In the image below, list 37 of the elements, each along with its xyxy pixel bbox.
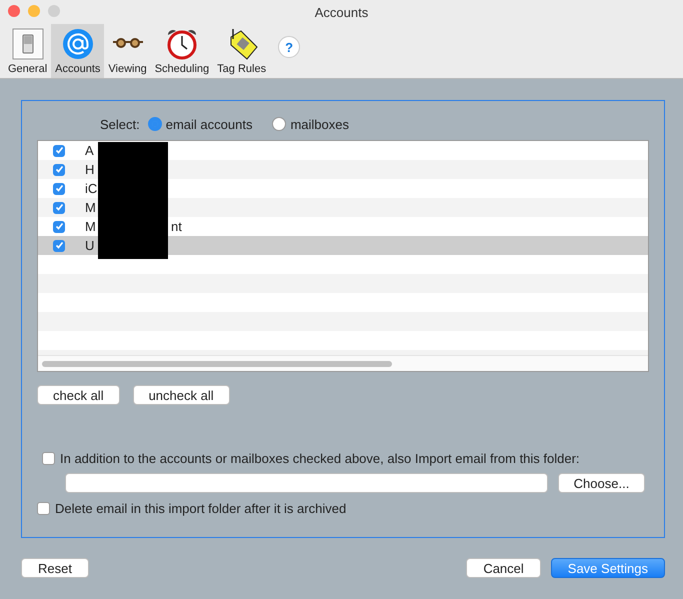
delete-checkbox[interactable]: Delete email in this import folder after it is archived bbox=[37, 501, 649, 516]
reset-button[interactable]: Reset bbox=[21, 558, 89, 578]
glasses-icon bbox=[112, 37, 144, 49]
radio-option[interactable]: mailboxes bbox=[272, 116, 349, 132]
help-button[interactable]: ? bbox=[278, 36, 300, 58]
radio-option[interactable]: email accounts bbox=[148, 116, 252, 132]
toolbar-tab[interactable]: General bbox=[4, 24, 52, 78]
close-button[interactable] bbox=[8, 5, 20, 17]
account-name-end: nt bbox=[171, 219, 182, 234]
select-label: Select: bbox=[100, 116, 140, 132]
window-title: Accounts bbox=[314, 4, 368, 20]
folder-path-field[interactable] bbox=[65, 473, 548, 493]
checkbox[interactable] bbox=[53, 144, 65, 156]
toolbar-tab[interactable]: Viewing bbox=[104, 24, 151, 78]
switch-icon bbox=[10, 27, 45, 61]
checkbox[interactable] bbox=[53, 220, 65, 232]
at-sign-icon bbox=[60, 27, 95, 61]
account-name: M bbox=[85, 200, 96, 215]
checkbox[interactable] bbox=[53, 240, 65, 252]
checkbox[interactable] bbox=[53, 202, 65, 214]
checkbox[interactable] bbox=[53, 164, 65, 176]
checkbox[interactable] bbox=[53, 182, 65, 194]
alarm-clock-icon bbox=[164, 27, 199, 61]
toolbar-tab[interactable]: Accounts bbox=[51, 24, 104, 78]
account-name: iC bbox=[85, 181, 98, 196]
account-name: H bbox=[85, 162, 94, 177]
scrollbar-thumb[interactable] bbox=[42, 361, 392, 367]
list-button[interactable]: check all bbox=[37, 385, 120, 405]
choose-button[interactable]: Choose... bbox=[558, 473, 645, 493]
account-name: U bbox=[85, 238, 94, 253]
toolbar-tab[interactable]: Tag Rules bbox=[213, 24, 270, 78]
import-checkbox[interactable]: In addition to the accounts or mailboxes checked above, also Import email from this folder: bbox=[42, 451, 649, 466]
list-button[interactable]: uncheck all bbox=[132, 385, 230, 405]
account-name: A bbox=[85, 143, 94, 158]
account-name: M bbox=[85, 219, 96, 234]
cancel-button[interactable]: Cancel bbox=[466, 558, 541, 578]
toolbar-tab[interactable]: Scheduling bbox=[150, 24, 214, 78]
